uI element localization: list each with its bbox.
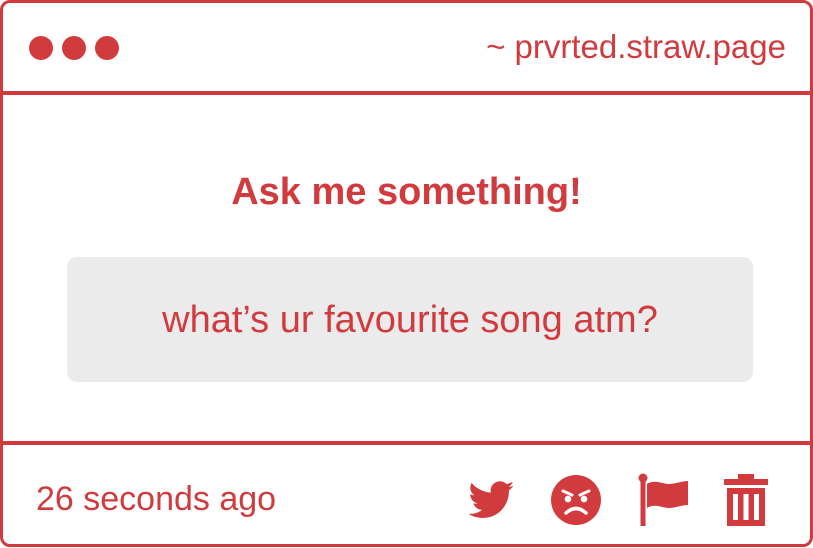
question-panel: Ask me something! what’s ur favourite so… bbox=[3, 95, 810, 441]
window-dot-icon bbox=[62, 36, 86, 60]
page-url[interactable]: ~ prvrted.straw.page bbox=[486, 27, 786, 67]
page-title: Ask me something! bbox=[231, 171, 582, 213]
angry-face-icon[interactable] bbox=[548, 472, 604, 528]
timestamp: 26 seconds ago bbox=[36, 480, 277, 518]
trash-icon[interactable] bbox=[718, 472, 774, 528]
question-text: what’s ur favourite song atm? bbox=[162, 298, 658, 341]
title-bar: ~ prvrted.straw.page bbox=[3, 3, 810, 95]
question-box: what’s ur favourite song atm? bbox=[67, 257, 753, 382]
ask-card: ~ prvrted.straw.page Ask me something! w… bbox=[0, 0, 813, 547]
window-dot-icon bbox=[95, 36, 119, 60]
window-dot-icon bbox=[29, 36, 53, 60]
window-dots bbox=[29, 36, 119, 60]
twitter-icon[interactable] bbox=[462, 472, 518, 528]
footer-bar: 26 seconds ago bbox=[3, 441, 810, 548]
flag-icon[interactable] bbox=[635, 472, 691, 528]
